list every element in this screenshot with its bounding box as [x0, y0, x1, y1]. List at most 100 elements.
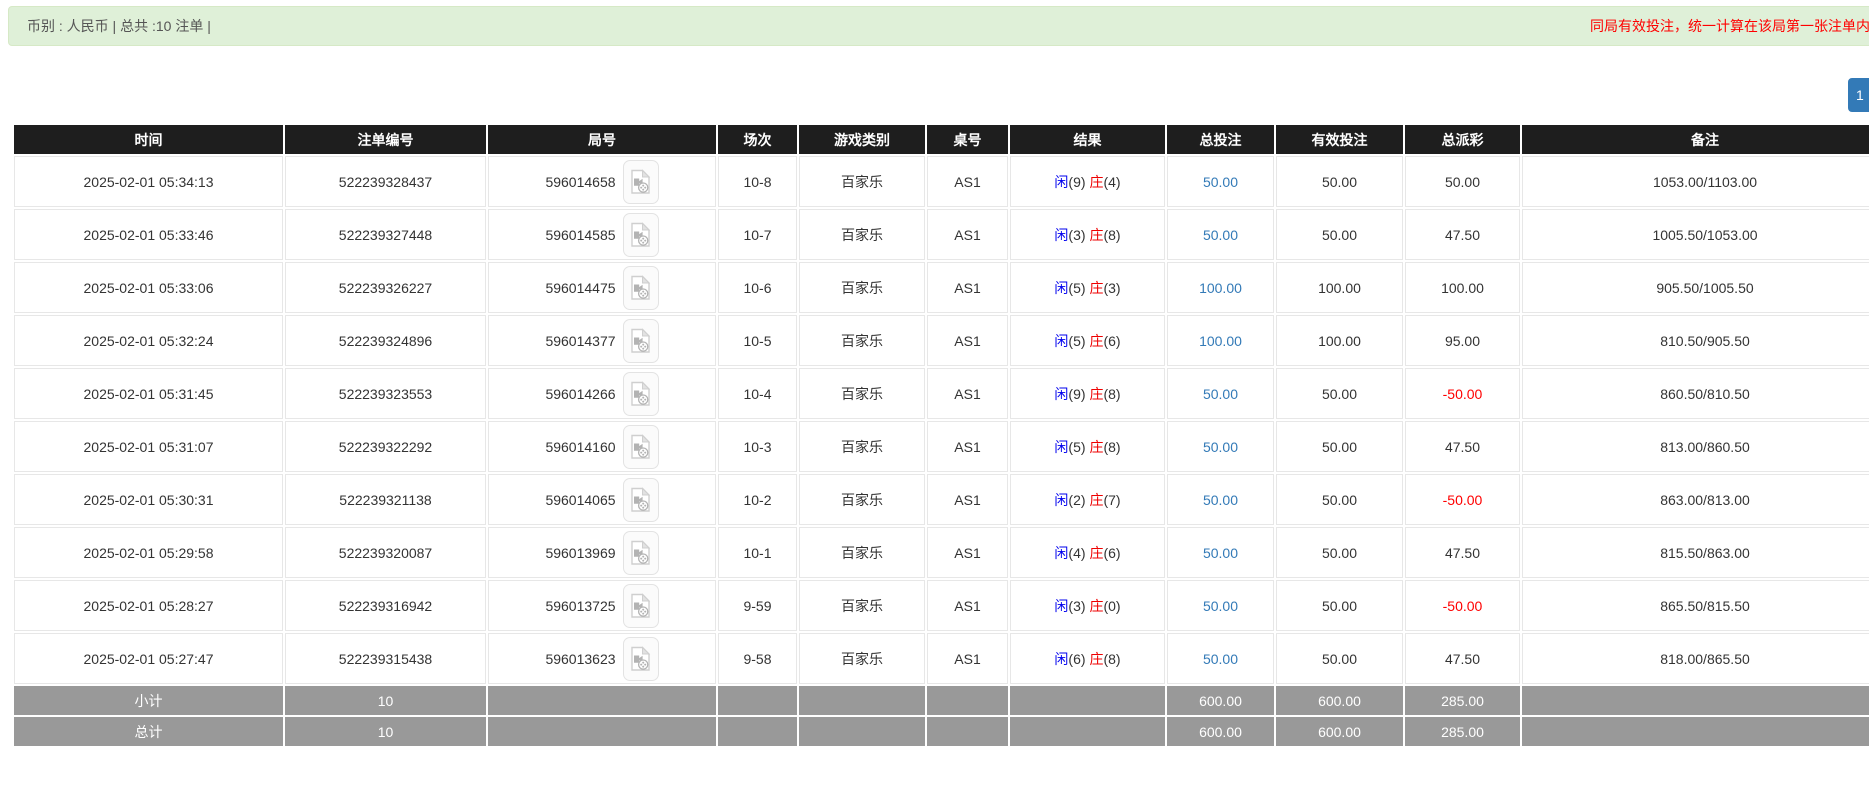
table-no-cell: AS1 [927, 368, 1008, 419]
table-row: 2025-02-01 05:32:24522239324896596014377… [14, 315, 1869, 366]
total-label: 总计 [14, 717, 283, 746]
game-type-cell: 百家乐 [799, 421, 925, 472]
bet-records-table: 时间 注单编号 局号 场次 游戏类别 桌号 结果 总投注 有效投注 总派彩 备注… [12, 123, 1869, 748]
pagination-page-1-button[interactable]: 1 [1848, 78, 1869, 112]
player-result-label: 闲 [1054, 386, 1068, 402]
payout-cell: 50.00 [1405, 156, 1520, 207]
total-bet-cell: 50.00 [1167, 527, 1274, 578]
total-bet-link[interactable]: 100.00 [1199, 280, 1242, 296]
payout-cell: 100.00 [1405, 262, 1520, 313]
game-type-cell: 百家乐 [799, 633, 925, 684]
banker-result-label: 庄 [1089, 386, 1103, 402]
bet-id-cell: 522239326227 [285, 262, 486, 313]
table-row: 2025-02-01 05:28:27522239316942596013725… [14, 580, 1869, 631]
banker-result-label: 庄 [1089, 492, 1103, 508]
table-row: 2025-02-01 05:31:07522239322292596014160… [14, 421, 1869, 472]
remark-cell: 1005.50/1053.00 [1522, 209, 1869, 260]
col-header-payout: 总派彩 [1405, 125, 1520, 154]
total-bet-cell: 100.00 [1167, 262, 1274, 313]
game-type-cell: 百家乐 [799, 368, 925, 419]
video-replay-button[interactable] [623, 637, 659, 681]
round-id-cell: 596014160 [488, 421, 716, 472]
col-header-table-no: 桌号 [927, 125, 1008, 154]
banker-result-value: (0) [1103, 598, 1120, 614]
table-row: 2025-02-01 05:31:45522239323553596014266… [14, 368, 1869, 419]
session-cell: 10-4 [718, 368, 797, 419]
video-replay-button[interactable] [623, 266, 659, 310]
round-id-cell: 596013725 [488, 580, 716, 631]
total-bet-link[interactable]: 50.00 [1203, 386, 1238, 402]
total-bet-cell: 50.00 [1167, 580, 1274, 631]
payout-cell: 47.50 [1405, 421, 1520, 472]
player-result-label: 闲 [1054, 598, 1068, 614]
session-cell: 10-6 [718, 262, 797, 313]
video-replay-button[interactable] [623, 160, 659, 204]
table-row: 2025-02-01 05:29:58522239320087596013969… [14, 527, 1869, 578]
total-total-bet: 600.00 [1167, 717, 1274, 746]
game-type-cell: 百家乐 [799, 262, 925, 313]
banker-result-value: (8) [1103, 439, 1120, 455]
player-result-value: (5) [1068, 439, 1085, 455]
video-replay-button[interactable] [623, 531, 659, 575]
subtotal-total-bet: 600.00 [1167, 686, 1274, 715]
remark-cell: 860.50/810.50 [1522, 368, 1869, 419]
session-cell: 10-2 [718, 474, 797, 525]
valid-bet-cell: 50.00 [1276, 156, 1403, 207]
table-row: 2025-02-01 05:33:46522239327448596014585… [14, 209, 1869, 260]
video-replay-icon [630, 328, 651, 354]
total-bet-link[interactable]: 50.00 [1203, 598, 1238, 614]
result-cell: 闲(2) 庄(7) [1010, 474, 1165, 525]
banker-result-label: 庄 [1089, 598, 1103, 614]
total-bet-cell: 50.00 [1167, 421, 1274, 472]
table-row: 2025-02-01 05:34:13522239328437596014658… [14, 156, 1869, 207]
video-replay-icon [630, 381, 651, 407]
table-no-cell: AS1 [927, 580, 1008, 631]
round-id-text: 596014475 [545, 280, 615, 296]
payout-cell: -50.00 [1405, 580, 1520, 631]
total-bet-link[interactable]: 50.00 [1203, 651, 1238, 667]
total-bet-link[interactable]: 50.00 [1203, 545, 1238, 561]
table-no-cell: AS1 [927, 421, 1008, 472]
result-cell: 闲(9) 庄(4) [1010, 156, 1165, 207]
bet-records-table-wrap: 时间 注单编号 局号 场次 游戏类别 桌号 结果 总投注 有效投注 总派彩 备注… [12, 123, 1869, 748]
total-bet-link[interactable]: 50.00 [1203, 492, 1238, 508]
video-replay-icon [630, 487, 651, 513]
table-no-cell: AS1 [927, 527, 1008, 578]
video-replay-button[interactable] [623, 213, 659, 257]
table-row: 2025-02-01 05:30:31522239321138596014065… [14, 474, 1869, 525]
banker-result-value: (3) [1103, 280, 1120, 296]
video-replay-button[interactable] [623, 425, 659, 469]
session-cell: 10-5 [718, 315, 797, 366]
video-replay-button[interactable] [623, 478, 659, 522]
col-header-bet-id: 注单编号 [285, 125, 486, 154]
payout-cell: 95.00 [1405, 315, 1520, 366]
round-id-cell: 596014585 [488, 209, 716, 260]
player-result-value: (9) [1068, 386, 1085, 402]
result-cell: 闲(6) 庄(8) [1010, 633, 1165, 684]
total-bet-link[interactable]: 100.00 [1199, 333, 1242, 349]
banker-result-value: (8) [1103, 386, 1120, 402]
time-cell: 2025-02-01 05:34:13 [14, 156, 283, 207]
video-replay-button[interactable] [623, 372, 659, 416]
game-type-cell: 百家乐 [799, 156, 925, 207]
total-bet-cell: 50.00 [1167, 633, 1274, 684]
video-replay-button[interactable] [623, 584, 659, 628]
player-result-value: (2) [1068, 492, 1085, 508]
session-cell: 10-7 [718, 209, 797, 260]
banker-result-label: 庄 [1089, 280, 1103, 296]
player-result-label: 闲 [1054, 280, 1068, 296]
video-replay-icon [630, 222, 651, 248]
remark-cell: 905.50/1005.50 [1522, 262, 1869, 313]
bet-id-cell: 522239316942 [285, 580, 486, 631]
total-bet-link[interactable]: 50.00 [1203, 174, 1238, 190]
round-id-text: 596013969 [545, 545, 615, 561]
video-replay-icon [630, 275, 651, 301]
video-replay-button[interactable] [623, 319, 659, 363]
total-bet-link[interactable]: 50.00 [1203, 227, 1238, 243]
result-cell: 闲(5) 庄(6) [1010, 315, 1165, 366]
total-bet-link[interactable]: 50.00 [1203, 439, 1238, 455]
game-type-cell: 百家乐 [799, 580, 925, 631]
payout-cell: -50.00 [1405, 474, 1520, 525]
col-header-round-id: 局号 [488, 125, 716, 154]
round-id-text: 596013725 [545, 598, 615, 614]
